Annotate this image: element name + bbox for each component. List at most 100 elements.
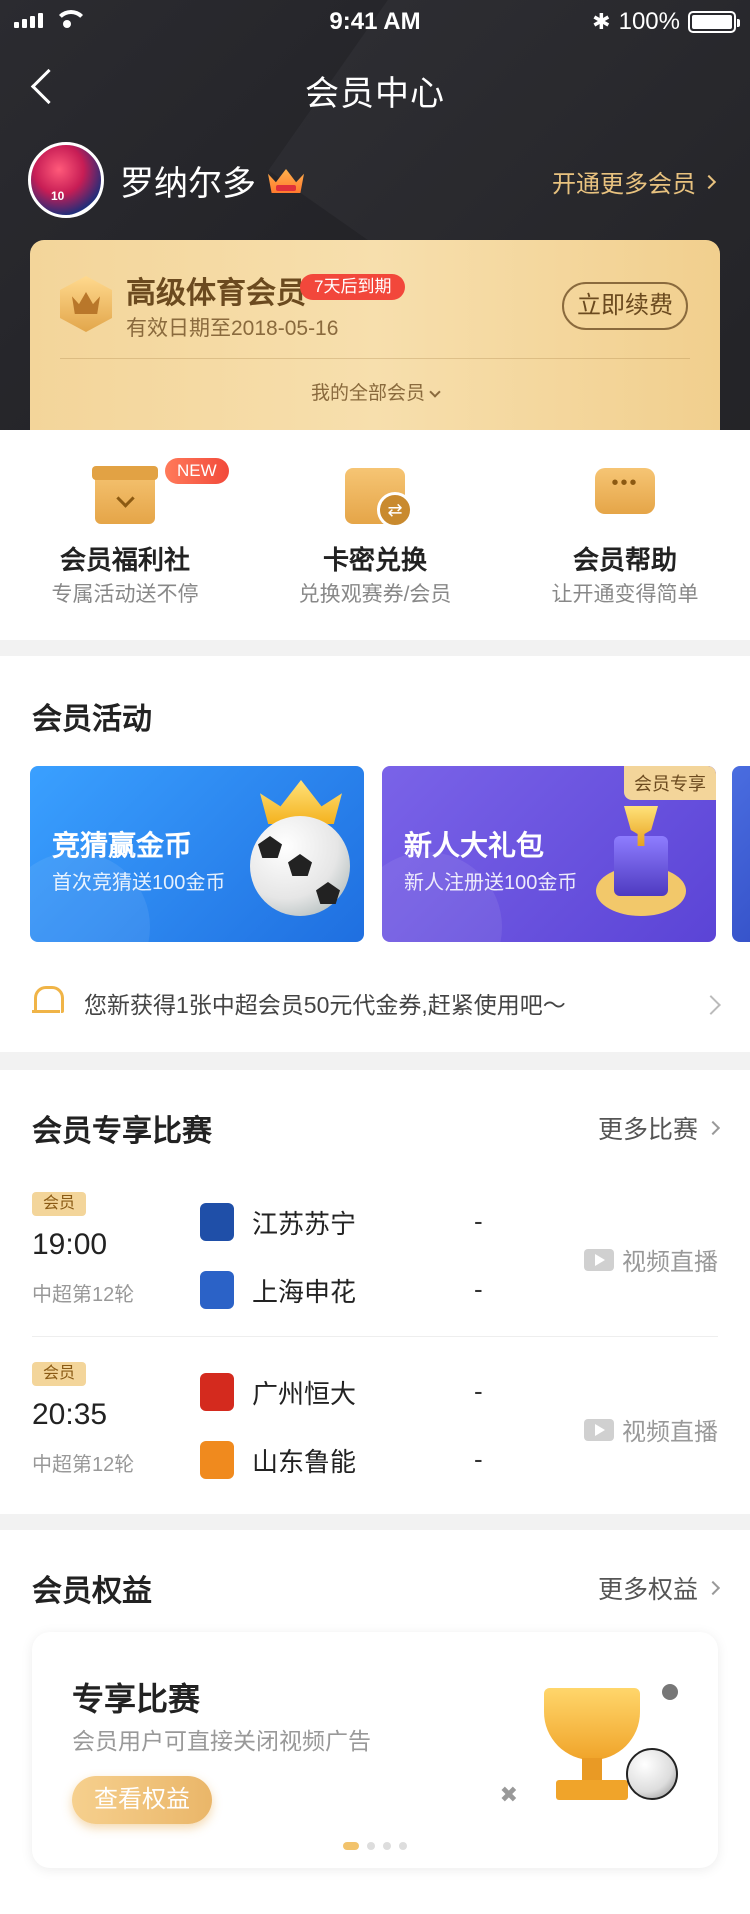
away-team: 上海申花 — [200, 1270, 356, 1310]
team-logo-icon — [200, 1441, 234, 1479]
quick-item-title: 会员帮助 — [572, 545, 677, 575]
coupon-notice[interactable]: 您新获得1张中超会员50元代金券,赶紧使用吧～ — [0, 964, 750, 1044]
close-mark-icon: ✖ — [499, 1782, 518, 1807]
user-name: 罗纳尔多 — [120, 164, 256, 203]
team-name: 山东鲁能 — [252, 1446, 357, 1477]
quick-item-redeem[interactable]: 卡密兑换 兑换观赛券/会员 — [250, 430, 500, 640]
battery-icon — [688, 11, 740, 33]
trophy-stage-icon — [586, 806, 696, 926]
vip-tag: 会员 — [32, 1362, 86, 1386]
team-name: 江苏苏宁 — [252, 1208, 357, 1239]
all-vip-toggle[interactable]: 我的全部会员 — [30, 378, 720, 405]
match-round: 中超第12轮 — [32, 1454, 135, 1476]
vip-card: 高级体育会员 7天后到期 有效日期至2018-05-16 立即续费 我的全部会员 — [30, 240, 720, 430]
carousel-dot[interactable] — [343, 1842, 359, 1850]
chevron-down-icon — [429, 386, 441, 398]
header: 9:41 AM ✱ 100% 会员中心 罗纳尔多 开通更多会员 高级体育会员 7… — [0, 0, 750, 430]
chevron-right-icon — [705, 1580, 721, 1596]
view-benefit-button[interactable]: 查看权益 — [72, 1776, 212, 1824]
chevron-right-icon — [701, 995, 721, 1015]
nav-bar: 会员中心 — [0, 54, 750, 118]
matches-section: 会员专享比赛 更多比赛 会员 19:00 中超第12轮 江苏苏宁 上海申花 - … — [0, 1070, 750, 1514]
live-link[interactable]: 视频直播 — [584, 1242, 718, 1277]
live-link[interactable]: 视频直播 — [584, 1412, 718, 1447]
renew-button[interactable]: 立即续费 — [562, 282, 688, 330]
vip-crown-icon — [60, 276, 112, 332]
gift-box-icon — [92, 466, 158, 524]
vip-exclusive-tag: 会员专享 — [624, 766, 716, 800]
activity-card-guess[interactable]: 竞猜赢金币 首次竞猜送100金币 — [30, 766, 364, 942]
more-vip-label: 开通更多会员 — [552, 171, 696, 198]
quick-item-help[interactable]: 会员帮助 让开通变得简单 — [500, 430, 750, 640]
activity-title: 竞猜赢金币 — [52, 830, 193, 861]
away-score: - — [474, 1444, 483, 1474]
all-vip-label: 我的全部会员 — [310, 383, 425, 404]
home-team: 广州恒大 — [200, 1372, 356, 1412]
page-title: 会员中心 — [305, 75, 445, 113]
quick-item-subtitle: 专属活动送不停 — [51, 583, 199, 606]
live-label: 视频直播 — [622, 1419, 718, 1446]
match-row[interactable]: 会员 20:35 中超第12轮 广州恒大 山东鲁能 - - 视频直播 — [0, 1362, 750, 1532]
section-title: 会员权益 — [32, 1575, 152, 1608]
more-vip-link[interactable]: 开通更多会员 — [552, 164, 717, 199]
carousel-dot[interactable] — [399, 1842, 407, 1850]
decoration — [662, 1684, 678, 1700]
bell-icon — [32, 986, 64, 1018]
team-name: 广州恒大 — [252, 1378, 357, 1409]
activities-section: 会员活动 竞猜赢金币 首次竞猜送100金币 会员专享 新人大礼包 新人注册送10… — [0, 656, 750, 1052]
section-title: 会员活动 — [32, 703, 152, 736]
benefit-title: 专享比赛 — [72, 1681, 201, 1717]
bluetooth-icon: ✱ — [592, 9, 611, 34]
activity-card-next[interactable] — [732, 766, 750, 942]
quick-item-title: 卡密兑换 — [322, 545, 427, 575]
away-score: - — [474, 1274, 483, 1304]
carousel-dot[interactable] — [367, 1842, 375, 1850]
football-icon — [626, 1748, 678, 1800]
quick-item-welfare[interactable]: NEW 会员福利社 专属活动送不停 — [0, 430, 250, 640]
team-logo-icon — [200, 1203, 234, 1241]
carousel-dots — [32, 1842, 718, 1850]
activity-card-newbie[interactable]: 会员专享 新人大礼包 新人注册送100金币 — [382, 766, 716, 942]
expire-badge: 7天后到期 — [300, 274, 406, 300]
video-play-icon — [584, 1248, 614, 1271]
vip-name: 高级体育会员 — [126, 277, 306, 310]
activity-title: 新人大礼包 — [404, 830, 545, 861]
divider — [32, 1336, 718, 1337]
carousel-dot[interactable] — [383, 1842, 391, 1850]
activity-subtitle: 新人注册送100金币 — [404, 872, 578, 894]
benefit-subtitle: 会员用户可直接关闭视频广告 — [72, 1728, 371, 1754]
new-badge: NEW — [165, 458, 229, 484]
live-label: 视频直播 — [622, 1249, 718, 1276]
avatar[interactable] — [28, 142, 104, 218]
home-team: 江苏苏宁 — [200, 1202, 356, 1242]
team-name: 上海申花 — [252, 1276, 357, 1307]
more-benefits-label: 更多权益 — [597, 1576, 698, 1604]
activity-subtitle: 首次竞猜送100金币 — [52, 872, 226, 894]
benefits-section: 会员权益 更多权益 专享比赛 会员用户可直接关闭视频广告 查看权益 ✖ — [0, 1530, 750, 1914]
notice-text: 您新获得1张中超会员50元代金券,赶紧使用吧～ — [84, 992, 566, 1018]
quick-menu: NEW 会员福利社 专属活动送不停 卡密兑换 兑换观赛券/会员 会员帮助 让开通… — [0, 430, 750, 640]
team-logo-icon — [200, 1271, 234, 1309]
crown-badge-icon — [268, 165, 304, 195]
more-matches-link[interactable]: 更多比赛 — [597, 1110, 721, 1146]
benefit-card: 专享比赛 会员用户可直接关闭视频广告 查看权益 ✖ — [32, 1632, 718, 1868]
quick-item-subtitle: 兑换观赛券/会员 — [298, 583, 452, 606]
vip-tag: 会员 — [32, 1192, 86, 1216]
quick-item-subtitle: 让开通变得简单 — [551, 583, 699, 606]
exchange-card-icon — [345, 468, 413, 528]
vip-valid-date: 有效日期至2018-05-16 — [126, 317, 339, 340]
divider — [60, 358, 690, 359]
football-icon — [250, 816, 350, 916]
user-info: 罗纳尔多 — [28, 140, 304, 220]
more-benefits-link[interactable]: 更多权益 — [597, 1570, 721, 1606]
chat-help-icon — [595, 468, 655, 514]
member-center-page: 9:41 AM ✱ 100% 会员中心 罗纳尔多 开通更多会员 高级体育会员 7… — [0, 0, 750, 1914]
team-logo-icon — [200, 1373, 234, 1411]
chevron-right-icon — [701, 174, 717, 189]
match-time: 20:35 — [32, 1398, 108, 1431]
quick-item-title: 会员福利社 — [59, 545, 190, 575]
away-team: 山东鲁能 — [200, 1440, 356, 1480]
chevron-right-icon — [705, 1120, 721, 1136]
video-play-icon — [584, 1418, 614, 1441]
more-matches-label: 更多比赛 — [597, 1116, 698, 1144]
